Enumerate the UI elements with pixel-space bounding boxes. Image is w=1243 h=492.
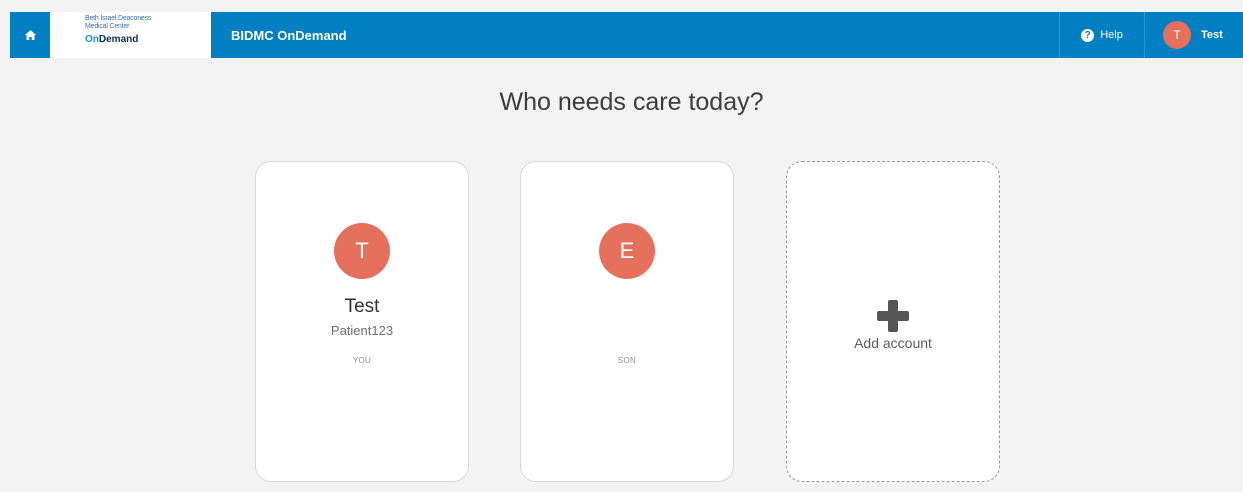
profile-avatar: E [599, 223, 655, 279]
top-navigation-bar: Beth Israel Deaconess Medical Center OnD… [10, 12, 1243, 58]
bidmc-logo[interactable]: Beth Israel Deaconess Medical Center OnD… [50, 12, 211, 58]
add-account-card[interactable]: Add account [786, 161, 1000, 482]
user-name: Test [1201, 29, 1223, 41]
home-button[interactable] [10, 12, 50, 58]
logo-brand-prefix: On [85, 34, 99, 45]
logo-line-2: Medical Center [85, 23, 130, 30]
logo-line-1: Beth Israel Deaconess [85, 15, 152, 22]
add-account-label: Add account [854, 335, 932, 351]
profile-relation: YOU [352, 356, 372, 365]
profile-avatar: T [334, 223, 390, 279]
help-button[interactable]: ? Help [1059, 12, 1144, 58]
page-title: Who needs care today? [499, 88, 764, 116]
help-label: Help [1100, 29, 1123, 41]
app-frame: Beth Israel Deaconess Medical Center OnD… [0, 0, 1243, 492]
profile-name: Test [344, 296, 380, 317]
profile-subtitle: Patient123 [330, 323, 394, 338]
user-menu-button[interactable]: T Test [1144, 12, 1243, 58]
plus-icon [877, 300, 909, 332]
help-icon: ? [1081, 28, 1095, 42]
profile-card-test[interactable]: T Test Patient123 YOU [255, 161, 469, 482]
home-icon [24, 30, 36, 40]
profile-card-son[interactable]: E SON [520, 161, 734, 482]
profile-relation: SON [617, 356, 637, 365]
user-avatar: T [1163, 21, 1191, 49]
logo-brand-suffix: Demand [98, 34, 139, 45]
logo-brand: OnDemand [85, 34, 211, 45]
app-title: BIDMC OnDemand [231, 27, 347, 43]
